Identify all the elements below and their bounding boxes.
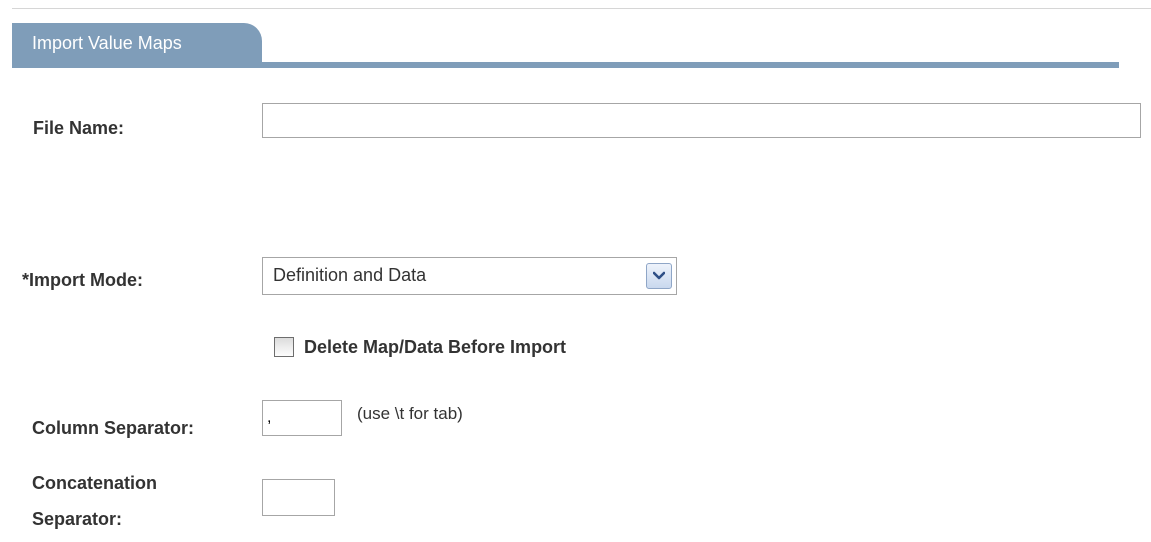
top-divider xyxy=(12,8,1151,9)
tab-import-value-maps[interactable]: Import Value Maps xyxy=(12,23,262,63)
concatenation-separator-input[interactable] xyxy=(262,479,335,516)
import-mode-selected-value: Definition and Data xyxy=(273,265,427,285)
delete-map-data-label[interactable]: Delete Map/Data Before Import xyxy=(304,337,566,358)
tab-underline-bar xyxy=(12,62,1119,68)
concatenation-separator-label-line2: Separator: xyxy=(32,509,123,529)
file-name-label: File Name: xyxy=(33,118,125,138)
column-separator-input[interactable] xyxy=(262,400,342,436)
chevron-down-icon[interactable] xyxy=(646,263,672,289)
delete-map-data-checkbox[interactable] xyxy=(274,337,294,357)
import-mode-select[interactable]: Definition and Data xyxy=(262,257,677,295)
import-mode-label: *Import Mode: xyxy=(22,270,143,290)
file-name-input[interactable] xyxy=(262,103,1141,138)
column-separator-hint: (use \t for tab) xyxy=(357,404,463,423)
column-separator-label: Column Separator: xyxy=(32,418,195,438)
concatenation-separator-label-line1: Concatenation xyxy=(32,473,158,493)
